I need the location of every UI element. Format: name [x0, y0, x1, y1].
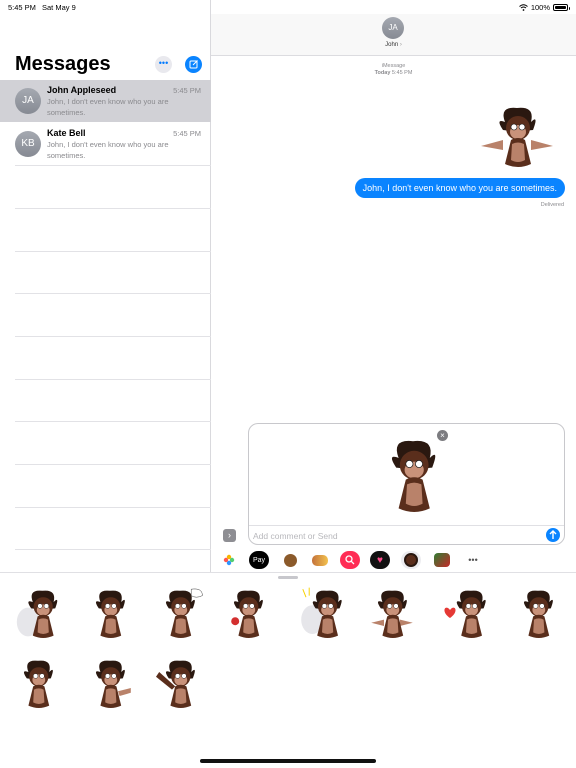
chevron-right-icon: ›	[399, 42, 402, 48]
heart-app-icon: ♥	[377, 554, 383, 566]
sticker-monkey-shrug[interactable]	[366, 586, 418, 642]
arrow-up-icon	[549, 530, 557, 539]
sticker-monkey-sit[interactable]	[12, 656, 64, 712]
delivery-status: Delivered	[540, 202, 564, 208]
sent-monkey-sticker[interactable]	[473, 100, 561, 174]
conversation-header: JA John ›	[211, 14, 576, 56]
message-preview: John, I don't even know who you are some…	[47, 140, 169, 160]
compose-icon	[189, 60, 198, 69]
compose-field: ×	[248, 423, 565, 545]
monkey-sticker-app-button[interactable]	[401, 551, 421, 569]
sticker-monkey-point[interactable]	[84, 656, 136, 712]
remove-attachment-button[interactable]: ×	[437, 430, 448, 441]
photos-app-button[interactable]	[219, 551, 239, 569]
divider	[15, 165, 211, 166]
monkey-emoji-icon	[283, 553, 297, 567]
message-time: 5:45 PM	[173, 129, 201, 138]
more-apps-button[interactable]: •••	[463, 551, 483, 569]
battery-icon	[553, 4, 570, 11]
send-button[interactable]	[546, 528, 560, 542]
wifi-icon	[518, 4, 528, 11]
contact-name: John Appleseed	[47, 85, 117, 95]
apple-pay-icon: Pay	[252, 556, 266, 564]
divider	[249, 525, 564, 526]
conversation-row-kate[interactable]: KB Kate Bell 5:45 PM John, I don't even …	[0, 123, 211, 165]
message-bubble[interactable]: John, I don't even know who you are some…	[354, 178, 565, 198]
divider	[15, 507, 211, 508]
message-timestamp: iMessage Today 5:45 PM	[211, 63, 576, 77]
chevron-right-icon: ›	[228, 530, 231, 540]
divider	[15, 464, 211, 465]
photos-icon	[223, 554, 235, 566]
sticker-monkey-heart[interactable]	[440, 586, 492, 642]
more-apps-icon: •••	[468, 555, 478, 565]
contact-name-button[interactable]: John ›	[211, 42, 576, 48]
status-time: 5:45 PM	[8, 3, 36, 12]
sticker-app-icon	[312, 554, 328, 566]
status-date: Sat May 9	[42, 3, 76, 12]
game-app-icon	[434, 553, 450, 567]
status-bar: 5:45 PM Sat May 9 100%	[0, 0, 576, 14]
imessage-app-strip: Pay ♥ •••	[211, 548, 576, 572]
sticker-monkey-sad[interactable]	[512, 586, 564, 642]
conversation-list-sidebar: Messages ••• JA John Appleseed 5:45 PM J…	[0, 0, 211, 572]
heart-app-button[interactable]: ♥	[370, 551, 390, 569]
game-app-button[interactable]	[432, 551, 452, 569]
more-options-button[interactable]: •••	[155, 56, 172, 73]
divider	[15, 251, 211, 252]
avatar: JA	[15, 88, 41, 114]
staged-sticker-preview	[377, 432, 449, 520]
new-message-button[interactable]	[185, 56, 202, 73]
sticker-monkey-hug[interactable]	[10, 586, 62, 642]
avatar: KB	[15, 131, 41, 157]
conversation-row-john[interactable]: JA John Appleseed 5:45 PM John, I don't …	[0, 80, 211, 122]
contact-name: Kate Bell	[47, 128, 86, 138]
battery-percent: 100%	[530, 3, 550, 12]
sticker-monkey-glare[interactable]	[84, 586, 136, 642]
divider	[15, 379, 211, 380]
divider	[15, 336, 211, 337]
stamp-time: 5:45 PM	[391, 70, 413, 76]
message-preview: John, I don't even know who you are some…	[47, 97, 169, 117]
close-icon: ×	[440, 431, 445, 440]
divider	[15, 421, 211, 422]
sticker-monkey-bah[interactable]	[154, 586, 206, 642]
message-input[interactable]	[253, 527, 535, 544]
sticker-monkey-lick[interactable]	[296, 586, 348, 642]
divider	[15, 293, 211, 294]
divider	[15, 549, 211, 550]
app-drawer-toggle-button[interactable]: ›	[223, 529, 236, 542]
monkey-sticker-app-icon	[404, 553, 418, 567]
drawer-divider	[0, 572, 576, 573]
monkey-emoji-app-button[interactable]	[280, 551, 300, 569]
ellipsis-icon: •••	[158, 58, 169, 68]
image-search-app-button[interactable]	[340, 551, 360, 569]
home-indicator[interactable]	[200, 759, 376, 763]
service-label: iMessage	[381, 63, 406, 69]
message-time: 5:45 PM	[173, 86, 201, 95]
sticker-monkey-dab[interactable]	[154, 656, 206, 712]
contact-avatar[interactable]: JA	[382, 17, 404, 39]
divider	[15, 208, 211, 209]
sticker-app-button[interactable]	[310, 551, 330, 569]
page-title: Messages	[15, 53, 111, 75]
sticker-monkey-apple[interactable]	[222, 586, 274, 642]
drawer-grabber-handle[interactable]	[278, 576, 298, 579]
image-search-icon	[345, 555, 355, 565]
apple-pay-app-button[interactable]: Pay	[249, 551, 269, 569]
day-label: Today	[374, 70, 391, 76]
contact-name: John	[385, 42, 399, 48]
